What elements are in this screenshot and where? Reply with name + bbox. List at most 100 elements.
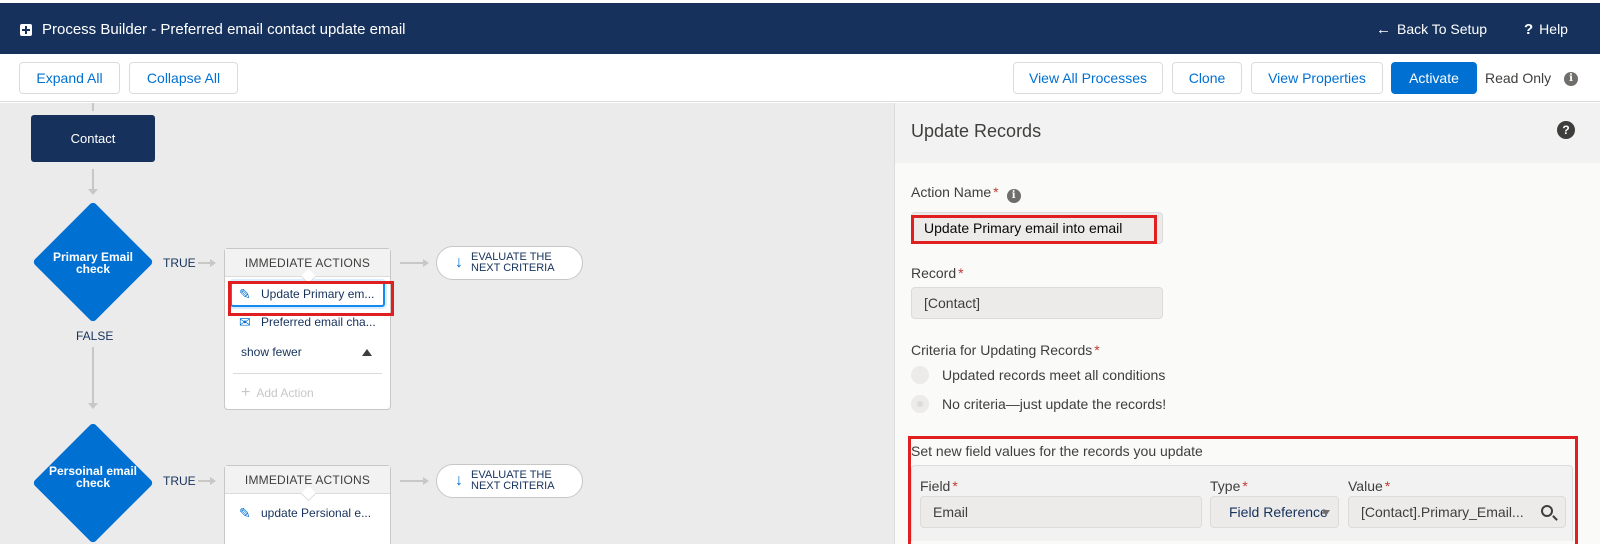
arrow-down-icon: ↓	[455, 254, 463, 271]
connector-arrow	[423, 477, 429, 485]
page-title: Process Builder - Preferred email contac…	[42, 21, 406, 38]
type-select[interactable]: Field Reference	[1210, 496, 1339, 528]
pencil-icon: ✎	[239, 285, 251, 302]
value-column-header: Value *	[1348, 478, 1390, 494]
toolbar: Expand All Collapse All View All Process…	[0, 54, 1600, 102]
connector-line	[92, 347, 94, 405]
false-label: FALSE	[76, 329, 114, 343]
value-col-text: Value	[1348, 478, 1383, 494]
action-item-preferred-email[interactable]: ✉ Preferred email cha...	[225, 307, 390, 337]
required-marker: *	[1242, 478, 1248, 494]
app-header: Process Builder - Preferred email contac…	[0, 0, 1600, 55]
connector-arrow	[210, 259, 216, 267]
evaluate-next-criteria-1[interactable]: ↓ EVALUATE THE NEXT CRITERIA	[436, 246, 583, 280]
action-item-update-primary[interactable]: ✎ Update Primary em...	[230, 281, 385, 307]
field-values-table: Field * Type * Value * Email Field Referenc…	[911, 465, 1573, 541]
question-icon: ?	[1524, 21, 1534, 38]
field-input[interactable]: Email	[920, 496, 1202, 528]
radio-button[interactable]	[911, 366, 929, 384]
info-icon[interactable]: i	[1006, 189, 1021, 203]
help-link[interactable]: ? Help	[1524, 21, 1568, 38]
field-col-text: Field	[920, 478, 951, 494]
action-label: Preferred email cha...	[261, 315, 376, 329]
search-icon[interactable]	[1541, 505, 1553, 517]
show-fewer-label: show fewer	[241, 345, 302, 359]
action-item-update-personal[interactable]: ✎ update Persional e...	[225, 498, 390, 528]
required-marker: *	[952, 478, 958, 494]
arrow-left-icon: ←	[1376, 21, 1391, 38]
back-to-setup-link[interactable]: ← Back To Setup	[1376, 21, 1487, 38]
help-icon[interactable]: ?	[1557, 121, 1575, 139]
criteria-label: Criteria for Updating Records *	[911, 342, 1100, 358]
required-marker: *	[958, 265, 964, 281]
view-properties-button[interactable]: View Properties	[1251, 62, 1383, 94]
panel-title: Update Records	[911, 121, 1042, 141]
type-column-header: Type *	[1210, 478, 1248, 494]
panel-header: Update Records ?	[895, 103, 1600, 163]
record-label: Record *	[911, 265, 964, 281]
action-name-label: Action Name * i	[911, 184, 1021, 203]
connector-line	[400, 480, 424, 482]
evaluate-next-label: EVALUATE THE NEXT CRITERIA	[471, 469, 555, 492]
criteria-label-1: Primary Email check	[52, 250, 134, 276]
connector-line	[400, 262, 424, 264]
true-label: TRUE	[163, 474, 196, 488]
immediate-actions-box-1: IMMEDIATE ACTIONS ✎ Update Primary em...…	[224, 248, 391, 410]
action-label: update Persional e...	[261, 506, 372, 520]
true-label: TRUE	[163, 256, 196, 270]
read-only-label: Read Only	[1485, 70, 1552, 86]
evaluate-next-criteria-2[interactable]: ↓ EVALUATE THE NEXT CRITERIA	[436, 464, 583, 498]
immediate-actions-box-2: IMMEDIATE ACTIONS ✎ update Persional e..…	[224, 465, 391, 544]
action-name-input[interactable]: Update Primary email into email	[911, 212, 1163, 244]
back-to-setup-label: Back To Setup	[1397, 21, 1488, 37]
triangle-up-icon	[362, 348, 372, 356]
required-marker: *	[993, 184, 999, 200]
evaluate-next-label: EVALUATE THE NEXT CRITERIA	[471, 251, 555, 274]
field-column-header: Field *	[920, 478, 958, 494]
activate-button[interactable]: Activate	[1391, 62, 1477, 94]
pencil-icon: ✎	[239, 504, 251, 521]
email-icon: ✉	[239, 313, 251, 330]
arrow-down-icon: ↓	[455, 472, 463, 489]
process-builder-icon	[20, 24, 32, 36]
connector-arrow	[423, 259, 429, 267]
record-input[interactable]: [Contact]	[911, 287, 1163, 319]
show-fewer-toggle[interactable]: show fewer	[225, 337, 390, 367]
connector-line	[92, 103, 94, 111]
connector-arrow	[210, 477, 216, 485]
help-label: Help	[1539, 21, 1568, 37]
plus-icon: +	[241, 383, 251, 401]
criteria-label-text: Criteria for Updating Records	[911, 342, 1093, 358]
add-action-button[interactable]: + Add Action	[233, 373, 382, 411]
expand-all-button[interactable]: Expand All	[19, 62, 120, 94]
process-canvas: Contact Primary Email check TRUE IMMEDIA…	[0, 103, 894, 544]
record-label-text: Record	[911, 265, 957, 281]
set-field-values-label: Set new field values for the records you…	[911, 443, 1203, 459]
info-icon[interactable]: i	[1564, 72, 1578, 86]
connector-arrow	[88, 403, 98, 409]
connector-arrow	[88, 189, 98, 195]
action-label: Update Primary em...	[261, 287, 375, 301]
criteria-option-no-criteria[interactable]: No criteria—just update the records!	[911, 395, 1166, 413]
connector-line	[92, 169, 94, 191]
required-marker: *	[1094, 342, 1100, 358]
chevron-down-icon	[1322, 510, 1330, 516]
criteria-label-2: Persoinal email check	[48, 464, 138, 490]
object-node-contact[interactable]: Contact	[31, 115, 155, 162]
value-input-text: [Contact].Primary_Email...	[1361, 504, 1524, 520]
value-input[interactable]: [Contact].Primary_Email...	[1348, 496, 1566, 528]
type-col-text: Type	[1210, 478, 1241, 494]
criteria-option-all-conditions[interactable]: Updated records meet all conditions	[911, 366, 1165, 384]
add-action-label: Add Action	[256, 385, 314, 400]
type-select-value: Field Reference	[1229, 504, 1328, 520]
required-marker: *	[1384, 478, 1391, 494]
view-all-processes-button[interactable]: View All Processes	[1013, 62, 1163, 94]
radio-label: Updated records meet all conditions	[942, 367, 1166, 383]
collapse-all-button[interactable]: Collapse All	[129, 62, 238, 94]
clone-button[interactable]: Clone	[1172, 62, 1242, 94]
immediate-actions-header: IMMEDIATE ACTIONS	[225, 466, 390, 494]
radio-label: No criteria—just update the records!	[942, 396, 1167, 412]
radio-button[interactable]	[911, 395, 929, 413]
action-name-label-text: Action Name	[911, 184, 992, 200]
immediate-actions-header: IMMEDIATE ACTIONS	[225, 249, 390, 277]
